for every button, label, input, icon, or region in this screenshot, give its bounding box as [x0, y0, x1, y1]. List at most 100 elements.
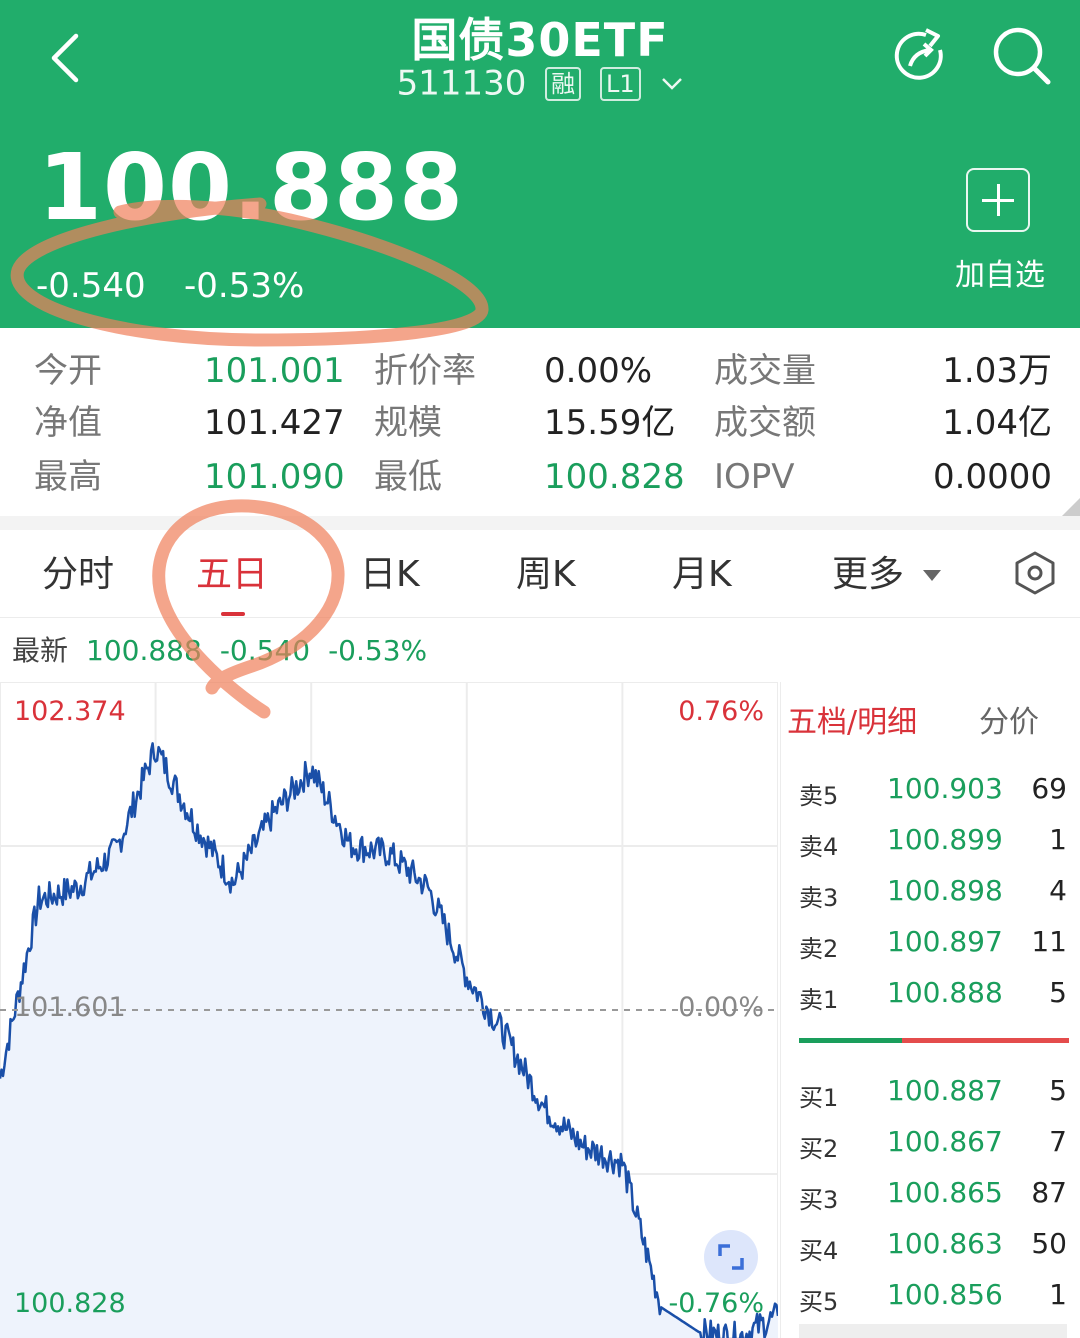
row-price: 100.897: [887, 925, 1003, 958]
row-volume: 50: [1031, 1227, 1067, 1260]
y-axis-min-label: 100.828: [14, 1288, 126, 1319]
bid-ask-ratio-bar: [799, 1038, 1069, 1043]
period-tabs: 分时 五日 日K 周K 月K 更多: [0, 530, 1080, 618]
ask-row[interactable]: 卖4 100.899 1: [781, 819, 1080, 869]
stat-value-scale: 15.59亿: [544, 403, 676, 443]
security-code: 511130: [396, 63, 527, 104]
stat-label: 净值: [34, 403, 102, 443]
stat-label: IOPV: [714, 457, 795, 497]
row-volume: 5: [1049, 1074, 1067, 1107]
tab-more-label: 更多: [832, 554, 905, 595]
stat-label: 最低: [374, 457, 442, 497]
row-volume: 7: [1049, 1125, 1067, 1158]
pct-axis-ref-label: 0.00%: [678, 992, 764, 1023]
bid-ratio-fill: [799, 1038, 902, 1043]
row-price: 100.856: [887, 1278, 1003, 1311]
caret-down-icon: [923, 570, 942, 581]
stat-label: 最高: [34, 457, 102, 497]
row-price: 100.863: [887, 1227, 1003, 1260]
row-volume: 1: [1049, 1278, 1067, 1311]
stat-value-turnover: 1.04亿: [942, 403, 1052, 443]
tab-price-distribution[interactable]: 分价: [979, 702, 1039, 744]
latest-change-percent: -0.53%: [328, 634, 428, 667]
stat-value-open: 101.001: [204, 351, 345, 391]
stat-label: 规模: [374, 403, 442, 443]
row-side: 卖4: [799, 833, 839, 861]
section-divider: [0, 516, 1080, 530]
tab-weekly-k[interactable]: 周K: [516, 552, 576, 598]
tab-more[interactable]: 更多: [832, 552, 942, 598]
current-price: 100.888: [38, 134, 465, 241]
search-icon[interactable]: [990, 24, 1054, 88]
pct-axis-max-label: 0.76%: [678, 696, 764, 727]
stat-value-discount: 0.00%: [544, 351, 653, 391]
ask-row[interactable]: 卖5 100.903 69: [781, 768, 1080, 818]
row-side: 卖2: [799, 935, 839, 963]
row-side: 买4: [799, 1237, 839, 1265]
fullscreen-button[interactable]: [704, 1230, 758, 1284]
row-volume: 1: [1049, 823, 1067, 856]
ask-row[interactable]: 卖1 100.888 5: [781, 972, 1080, 1022]
margin-tag: 融: [545, 66, 582, 101]
stat-value-volume: 1.03万: [942, 351, 1052, 391]
tab-order-book[interactable]: 五档/明细: [787, 702, 917, 744]
row-side: 买5: [799, 1288, 839, 1316]
bid-row[interactable]: 买5 100.856 1: [781, 1274, 1080, 1324]
add-watchlist-button[interactable]: [966, 168, 1030, 232]
latest-label: 最新: [12, 634, 69, 667]
fullscreen-icon: [718, 1244, 744, 1270]
tab-monthly-k[interactable]: 月K: [672, 552, 732, 598]
stat-value-iopv: 0.0000: [933, 457, 1052, 497]
y-axis-ref-label: 101.601: [14, 992, 126, 1023]
row-price: 100.867: [887, 1125, 1003, 1158]
add-watchlist-label[interactable]: 加自选: [940, 250, 1060, 294]
order-book-panel: 五档/明细 分价 卖5 100.903 69 卖4 100.899 1 卖3 100.89…: [780, 682, 1080, 1338]
stat-value-nav: 101.427: [204, 403, 345, 443]
y-axis-max-label: 102.374: [14, 696, 126, 727]
row-volume: 69: [1031, 772, 1067, 805]
bid-row[interactable]: 买4 100.863 50: [781, 1223, 1080, 1273]
latest-quote-bar: 最新 100.888 -0.540 -0.53%: [12, 630, 445, 672]
pct-axis-min-label: -0.76%: [668, 1288, 764, 1319]
row-side: 买2: [799, 1135, 839, 1163]
price-change-percent: -0.53%: [184, 266, 305, 306]
bid-row[interactable]: 买3 100.865 87: [781, 1172, 1080, 1222]
settings-hexagon-icon[interactable]: [1012, 550, 1058, 596]
row-volume: 87: [1031, 1176, 1067, 1209]
latest-change: -0.540: [219, 634, 311, 667]
row-side: 卖1: [799, 986, 839, 1014]
stat-label: 成交量: [714, 351, 816, 391]
price-area-fill: [0, 743, 778, 1338]
row-volume: 4: [1049, 874, 1067, 907]
bid-row[interactable]: 买2 100.867 7: [781, 1121, 1080, 1171]
stat-label: 折价率: [374, 351, 476, 391]
stats-panel: 今开 101.001 折价率 0.00% 成交量 1.03万 净值 101.42…: [0, 328, 1080, 516]
order-book-footer: [799, 1324, 1067, 1338]
tab-daily-k[interactable]: 日K: [360, 552, 420, 598]
tab-intraday[interactable]: 分时: [42, 552, 114, 598]
row-volume: 5: [1049, 976, 1067, 1009]
chevron-down-icon[interactable]: [661, 77, 683, 91]
row-side: 卖5: [799, 782, 839, 810]
stat-value-low: 100.828: [544, 457, 685, 497]
row-side: 买3: [799, 1186, 839, 1214]
ask-row[interactable]: 卖3 100.898 4: [781, 870, 1080, 920]
stat-label: 今开: [34, 351, 102, 391]
latest-price: 100.888: [86, 634, 202, 667]
ask-row[interactable]: 卖2 100.897 11: [781, 921, 1080, 971]
row-side: 买1: [799, 1084, 839, 1112]
stat-label: 成交额: [714, 403, 816, 443]
row-price: 100.899: [887, 823, 1003, 856]
row-price: 100.898: [887, 874, 1003, 907]
refresh-share-icon[interactable]: [890, 26, 952, 88]
level-tag: L1: [599, 66, 641, 101]
row-price: 100.865: [887, 1176, 1003, 1209]
bid-row[interactable]: 买1 100.887 5: [781, 1070, 1080, 1120]
expand-corner-icon[interactable]: [1062, 498, 1080, 516]
price-change: -0.540: [36, 266, 146, 306]
tab-five-day[interactable]: 五日: [196, 552, 268, 598]
row-volume: 11: [1031, 925, 1067, 958]
row-price: 100.903: [887, 772, 1003, 805]
row-price: 100.887: [887, 1074, 1003, 1107]
five-day-chart[interactable]: 102.374 0.76% 101.601 0.00% 100.828 -0.7…: [0, 681, 780, 1338]
